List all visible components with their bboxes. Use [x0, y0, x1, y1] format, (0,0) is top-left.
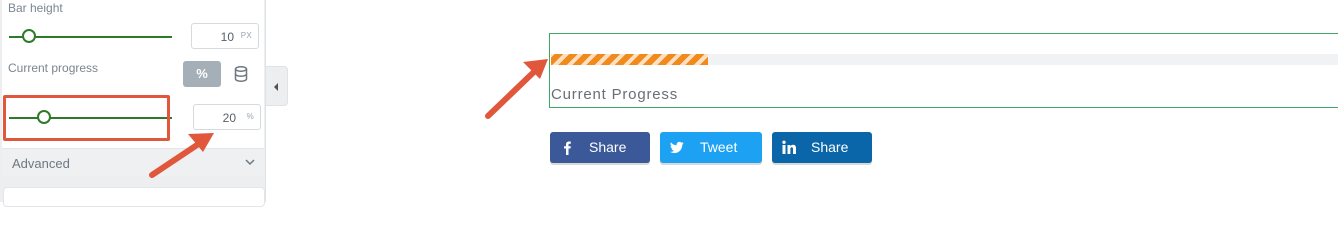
bar-height-input[interactable]: 10 PX — [191, 23, 259, 49]
current-progress-input[interactable]: 20 % — [193, 104, 261, 130]
twitter-tweet-button[interactable]: Tweet — [660, 132, 762, 163]
advanced-section-toggle[interactable]: Advanced — [2, 148, 264, 176]
annotation-arrow-to-bar — [485, 59, 548, 119]
database-icon[interactable] — [234, 66, 248, 82]
progress-bar-fill — [551, 54, 709, 65]
bar-height-label: Bar height — [8, 1, 63, 15]
collapse-panel-button[interactable] — [266, 66, 288, 106]
chevron-down-icon — [245, 159, 255, 166]
twitter-icon — [670, 141, 684, 154]
linkedin-icon — [782, 140, 796, 154]
current-progress-label: Current progress — [8, 61, 99, 75]
percent-unit-toggle[interactable]: % — [183, 61, 221, 87]
facebook-share-button[interactable]: Share — [550, 132, 650, 163]
annotation-highlight-box — [3, 95, 170, 141]
facebook-icon — [564, 141, 571, 155]
next-settings-card — [3, 187, 265, 207]
linkedin-share-button[interactable]: Share — [772, 132, 872, 163]
progress-bar-title: Current Progress — [551, 86, 679, 103]
bar-height-slider-thumb[interactable] — [22, 29, 36, 43]
advanced-label: Advanced — [12, 156, 70, 171]
progress-bar-track — [551, 54, 1338, 65]
caret-left-icon — [274, 83, 278, 91]
settings-panel: Bar height 10 PX Current progress % 20 %… — [0, 0, 266, 207]
